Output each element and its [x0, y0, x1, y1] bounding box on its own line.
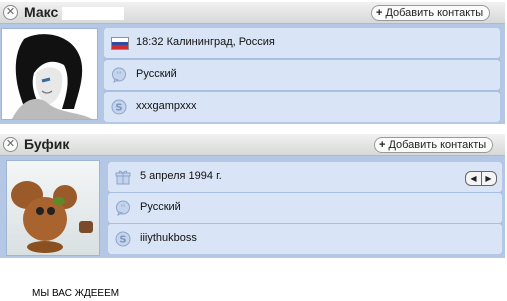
add-contacts-label: Добавить контакты	[388, 139, 487, 151]
gift-icon	[115, 170, 131, 185]
svg-text:S: S	[115, 103, 122, 114]
info-rows: 5 апреля 1994 г. ◀ ▶ '' Русский S iiiyth…	[108, 162, 502, 254]
skype-text: xxxgampxxx	[136, 100, 197, 112]
skype-text: iiiythukboss	[140, 232, 197, 244]
add-contacts-button[interactable]: + Добавить контакты	[371, 5, 491, 21]
plus-icon: +	[379, 139, 386, 151]
svg-text:S: S	[119, 235, 126, 246]
row-pager: ◀ ▶	[465, 171, 497, 186]
svg-text:'': ''	[121, 204, 125, 213]
plus-icon: +	[376, 7, 383, 19]
card-body: 18:32 Калининград, Россия '' Русский S x…	[0, 24, 505, 124]
language-row: '' Русский	[108, 193, 502, 223]
add-contacts-label: Добавить контакты	[385, 7, 484, 19]
svg-text:'': ''	[117, 71, 121, 80]
close-icon[interactable]: ✕	[3, 137, 18, 152]
speech-bubble-icon: ''	[116, 200, 130, 216]
close-icon[interactable]: ✕	[3, 5, 18, 20]
add-contacts-button[interactable]: + Добавить контакты	[374, 137, 494, 153]
language-text: Русский	[140, 201, 181, 213]
next-arrow-icon[interactable]: ▶	[481, 172, 496, 185]
contact-name: Буфик	[24, 136, 70, 152]
avatar	[1, 28, 98, 120]
contact-name: Макс	[24, 4, 59, 20]
footer-message: МЫ ВАС ЖДЕЕЕМ	[32, 288, 120, 299]
birthday-row: 5 апреля 1994 г. ◀ ▶	[108, 162, 502, 192]
language-row: '' Русский	[104, 60, 500, 90]
info-rows: 18:32 Калининград, Россия '' Русский S x…	[104, 28, 500, 122]
language-text: Русский	[136, 68, 177, 80]
avatar-image	[7, 161, 99, 255]
avatar-image	[2, 29, 97, 119]
contact-card-bufik: ✕ Буфик + Добавить контакты 5 апреля 199…	[0, 134, 505, 258]
skype-icon: S	[115, 231, 131, 247]
card-body: 5 апреля 1994 г. ◀ ▶ '' Русский S iiiyth…	[0, 156, 505, 258]
card-header: ✕ Буфик + Добавить контакты	[0, 134, 505, 156]
avatar	[6, 160, 100, 256]
skype-icon: S	[111, 99, 127, 115]
prev-arrow-icon[interactable]: ◀	[466, 172, 482, 185]
location-row: 18:32 Калининград, Россия	[104, 28, 500, 58]
russia-flag-icon	[111, 37, 129, 50]
redaction-box	[62, 7, 124, 20]
location-text: 18:32 Калининград, Россия	[136, 36, 275, 48]
contact-card-maks: ✕ Макс + Добавить контакты 18:32 Калининг…	[0, 2, 505, 124]
card-header: ✕ Макс + Добавить контакты	[0, 2, 505, 24]
skype-row: S xxxgampxxx	[104, 92, 500, 122]
birthday-text: 5 апреля 1994 г.	[140, 170, 222, 182]
skype-row: S iiiythukboss	[108, 224, 502, 254]
speech-bubble-icon: ''	[112, 67, 126, 83]
